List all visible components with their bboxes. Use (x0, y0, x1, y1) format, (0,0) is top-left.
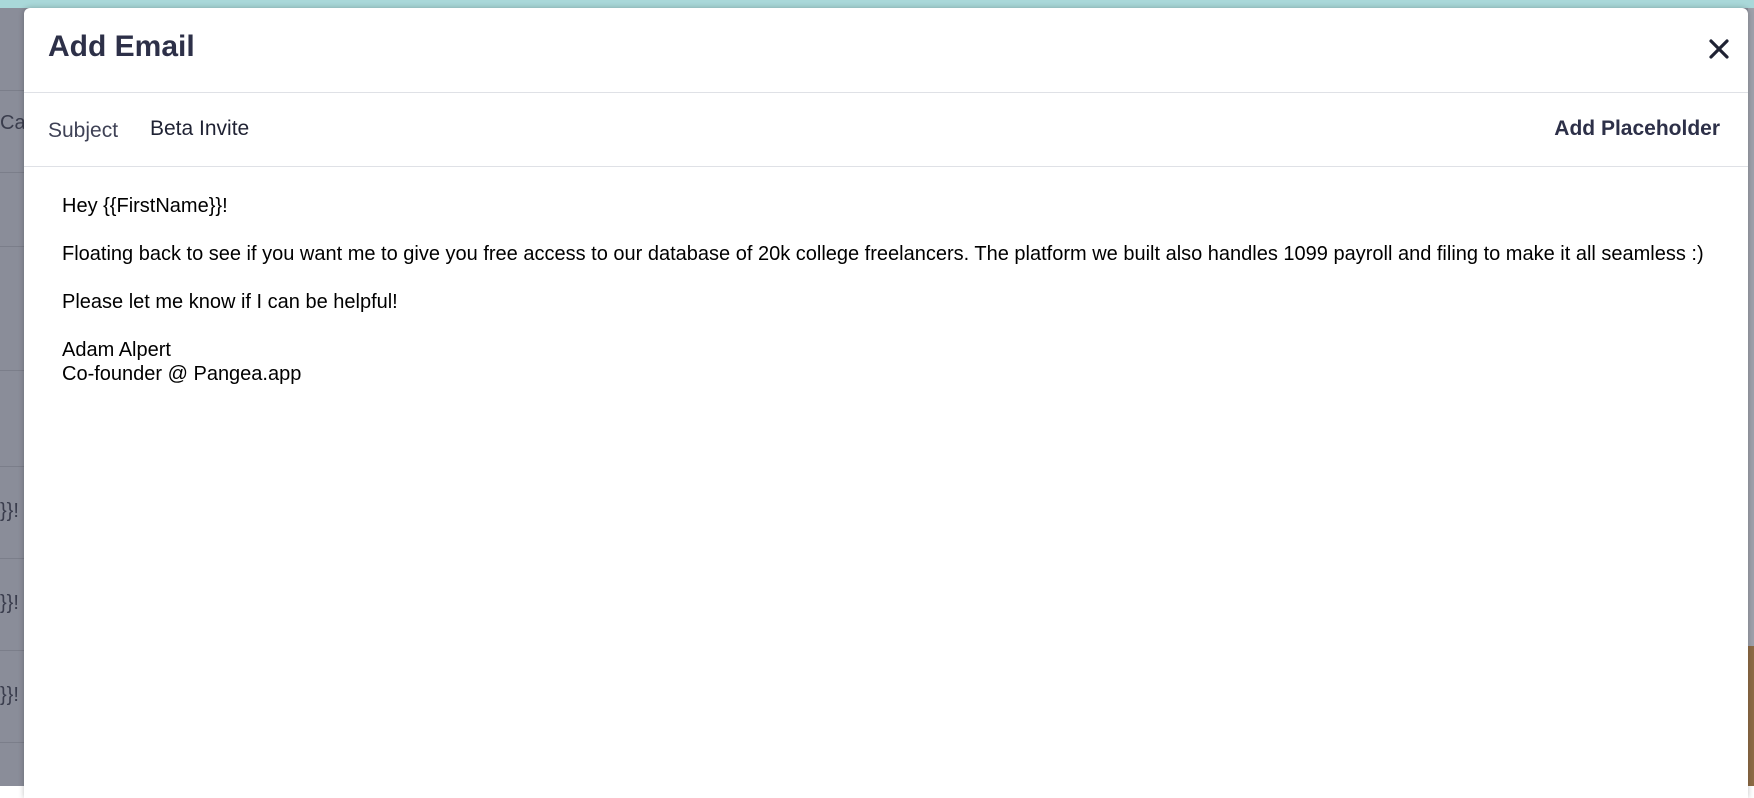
background-row-divider (0, 466, 24, 467)
modal-header: Add Email (24, 8, 1748, 93)
background-right-edge (1748, 8, 1754, 786)
background-text-fragment: Ca (0, 112, 24, 134)
close-icon (1709, 39, 1729, 59)
background-row-divider (0, 558, 24, 559)
background-row-divider (0, 742, 24, 743)
subject-label: Subject (48, 119, 119, 142)
background-row-divider (0, 650, 24, 651)
top-strip (0, 0, 1754, 8)
background-row-divider (0, 90, 24, 91)
background-row-divider (0, 172, 24, 173)
background-accent (1748, 646, 1754, 786)
subject-input[interactable] (148, 109, 1352, 149)
subject-row: Subject Add Placeholder (24, 93, 1748, 167)
background-text-fragment: }}! (0, 500, 19, 522)
add-email-modal: Add Email Subject Add Placeholder Hey {{… (24, 8, 1748, 798)
add-placeholder-button[interactable]: Add Placeholder (1554, 117, 1720, 141)
modal-title: Add Email (48, 30, 195, 63)
signature-title: Co-founder @ Pangea.app (62, 363, 302, 385)
email-greeting: Hey {{FirstName}}! (62, 195, 228, 217)
email-body-editor[interactable]: Hey {{FirstName}}! Floating back to see … (62, 194, 1712, 386)
background-row-divider (0, 246, 24, 247)
email-paragraph: Please let me know if I can be helpful! (62, 291, 398, 313)
background-text-fragment: }}! (0, 592, 19, 614)
background-row-divider (0, 370, 24, 371)
signature-name: Adam Alpert (62, 339, 171, 361)
close-button[interactable] (1704, 34, 1734, 64)
email-paragraph: Floating back to see if you want me to g… (62, 243, 1704, 265)
background-text-fragment: }}! (0, 684, 19, 706)
